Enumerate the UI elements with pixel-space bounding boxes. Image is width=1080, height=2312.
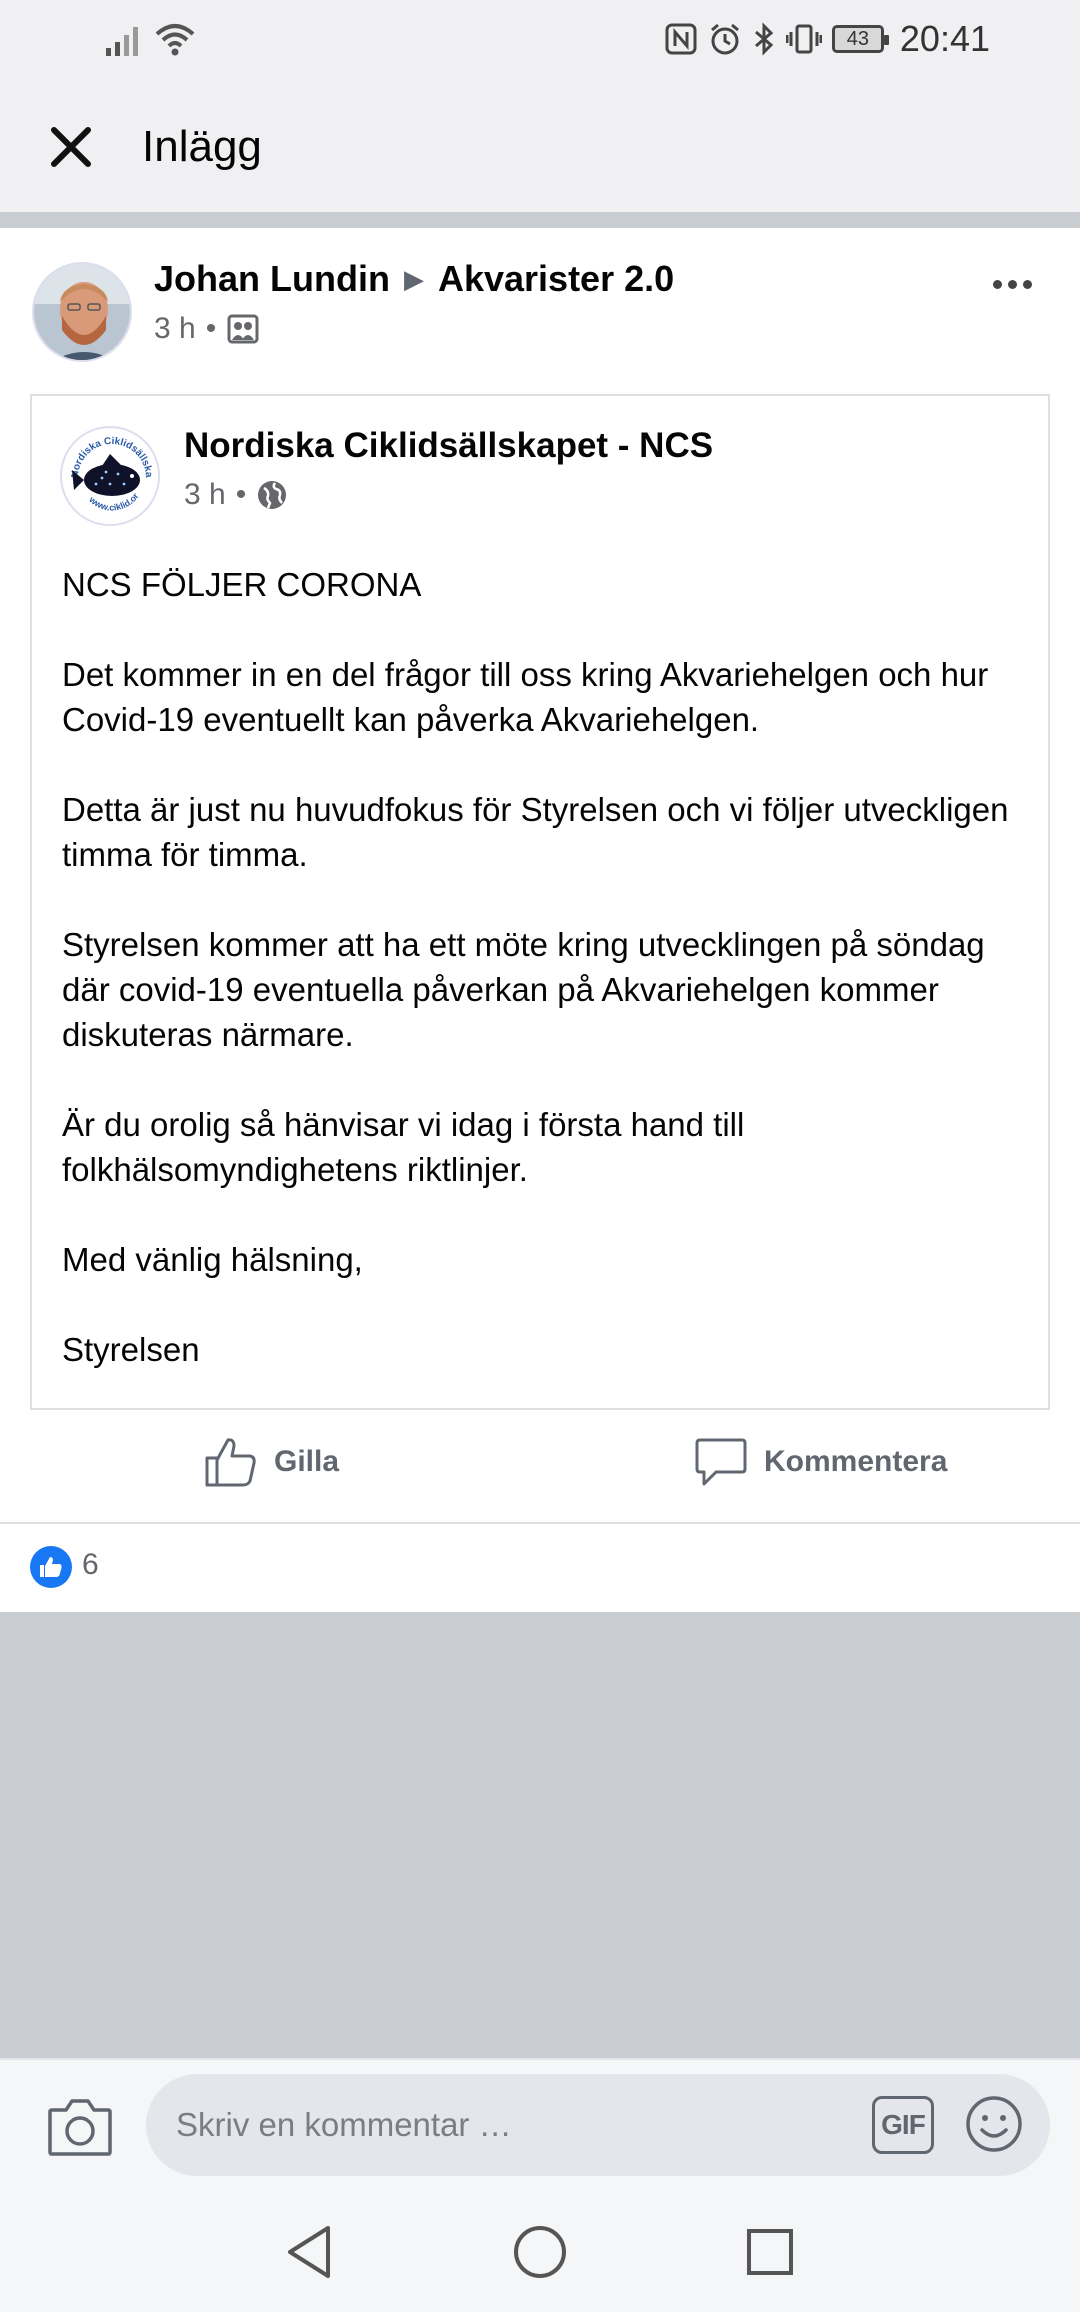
shared-post[interactable]: Nordiska Ciklidsällskapet www.ciklid.org… xyxy=(30,394,1050,1410)
more-dot-icon xyxy=(1007,279,1017,289)
signal-icon xyxy=(106,27,138,56)
close-icon xyxy=(51,127,91,167)
meta-separator: • xyxy=(205,312,217,345)
status-bar: 43 20:41 xyxy=(0,0,1080,80)
battery-icon: 43 xyxy=(831,25,889,53)
home-circle-icon xyxy=(514,2226,566,2278)
gif-label: GIF xyxy=(881,2109,926,2140)
back-triangle-icon xyxy=(288,2226,330,2278)
author-avatar[interactable] xyxy=(32,262,132,362)
arrow-right-icon: ▶ xyxy=(403,263,424,294)
post-body: NCS FÖLJER CORONA Det kommer in en del f… xyxy=(62,562,1022,1372)
page-name[interactable]: Nordiska Ciklidsällskapet - NCS xyxy=(184,426,713,466)
comment-composer: Skriv en kommentar … GIF xyxy=(0,2058,1080,2192)
globe-icon xyxy=(258,481,287,509)
battery-level: 43 xyxy=(846,27,870,50)
status-left xyxy=(104,22,196,56)
post-paragraph: Är du orolig så hänvisar vi idag i först… xyxy=(62,1106,745,1188)
more-dot-icon xyxy=(992,279,1002,289)
post-paragraph: Styrelsen kommer att ha ett möte kring u… xyxy=(62,926,985,1053)
post-paragraph: Detta är just nu huvudfokus för Styrelse… xyxy=(62,791,1009,873)
page-title: Inlägg xyxy=(142,122,262,171)
meta-separator: • xyxy=(235,478,247,511)
page-logo-image: Nordiska Ciklidsällskapet www.ciklid.org xyxy=(62,428,158,524)
shared-post-time[interactable]: 3 h xyxy=(184,478,226,512)
nav-home-button[interactable] xyxy=(510,2222,570,2282)
post-paragraph: Med vänlig hälsning, xyxy=(62,1241,363,1278)
reaction-count: 6 xyxy=(82,1548,99,1581)
like-button[interactable]: Gilla xyxy=(204,1436,339,1488)
post-actions: Gilla Kommentera xyxy=(0,1410,1080,1524)
comment-placeholder: Skriv en kommentar … xyxy=(176,2106,512,2143)
group-audience-icon xyxy=(227,314,259,344)
vibrate-icon xyxy=(785,24,822,54)
gif-button[interactable]: GIF xyxy=(872,2096,934,2154)
thumbs-up-icon xyxy=(40,1557,62,1577)
more-options-button[interactable] xyxy=(984,266,1040,302)
close-button[interactable] xyxy=(40,116,102,178)
like-label: Gilla xyxy=(274,1445,340,1478)
recents-square-icon xyxy=(747,2229,793,2275)
post-time[interactable]: 3 h xyxy=(154,312,196,346)
post: Johan Lundin ▶ Akvarister 2.0 3 h • Nord xyxy=(0,228,1080,1524)
post-paragraph: NCS FÖLJER CORONA xyxy=(62,566,422,603)
status-time: 20:41 xyxy=(899,18,990,59)
shared-post-meta: 3 h • xyxy=(184,478,288,512)
post-meta: 3 h • xyxy=(154,312,260,346)
avatar-image xyxy=(34,264,130,360)
alarm-icon xyxy=(710,23,739,55)
emoji-button[interactable] xyxy=(964,2094,1024,2154)
camera-button[interactable] xyxy=(46,2096,114,2158)
page-logo[interactable]: Nordiska Ciklidsällskapet www.ciklid.org xyxy=(60,426,160,526)
wifi-icon xyxy=(155,24,195,56)
nfc-icon xyxy=(665,23,697,55)
camera-icon xyxy=(48,2099,112,2156)
nav-back-button[interactable] xyxy=(280,2222,340,2282)
nav-recents-button[interactable] xyxy=(740,2222,800,2282)
header-divider xyxy=(0,212,1080,228)
app-header: Inlägg xyxy=(0,80,1080,212)
comment-label: Kommentera xyxy=(764,1445,948,1478)
more-dot-icon xyxy=(1022,279,1032,289)
author-line: Johan Lundin ▶ Akvarister 2.0 xyxy=(154,258,674,300)
comment-button[interactable]: Kommentera xyxy=(694,1436,947,1488)
post-paragraph: Styrelsen xyxy=(62,1331,200,1368)
status-right: 43 20:41 xyxy=(664,18,990,60)
reactions-bar[interactable]: 6 xyxy=(0,1524,1080,1612)
author-name[interactable]: Johan Lundin xyxy=(154,258,390,300)
system-nav-bar xyxy=(0,2192,1080,2312)
comment-icon xyxy=(695,1438,747,1486)
empty-comments-area xyxy=(0,1612,1080,2058)
comment-input[interactable]: Skriv en kommentar … GIF xyxy=(146,2074,1050,2176)
group-name[interactable]: Akvarister 2.0 xyxy=(438,258,674,300)
thumbs-up-icon xyxy=(205,1438,256,1487)
like-reaction-icon xyxy=(30,1546,72,1588)
smiley-icon xyxy=(966,2096,1022,2152)
post-paragraph: Det kommer in en del frågor till oss kri… xyxy=(62,656,989,738)
bluetooth-icon xyxy=(754,22,774,56)
